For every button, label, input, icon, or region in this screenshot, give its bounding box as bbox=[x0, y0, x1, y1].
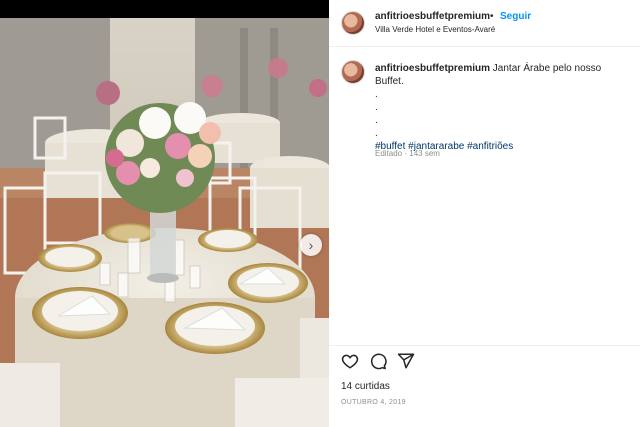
caption-dot-line: . bbox=[375, 89, 378, 100]
post-details-panel: anfitrioesbuffetpremium • Seguir Villa V… bbox=[329, 0, 640, 427]
caption-dot-line: . bbox=[375, 115, 378, 126]
edited-timestamp: Editado · 143 sem bbox=[375, 149, 440, 158]
action-bar bbox=[329, 345, 640, 374]
caption-dot-line: . bbox=[375, 102, 378, 113]
separator-bullet: • bbox=[490, 11, 494, 22]
banquet-table-image bbox=[0, 18, 329, 427]
caption-username[interactable]: anfitrioesbuffetpremium bbox=[375, 63, 490, 74]
top-bar bbox=[0, 0, 329, 18]
location-link[interactable]: Villa Verde Hotel e Eventos-Avaré bbox=[375, 25, 495, 34]
username-link[interactable]: anfitrioesbuffetpremium bbox=[375, 11, 490, 22]
follow-button[interactable]: Seguir bbox=[500, 11, 531, 22]
post-date: OUTUBRO 4, 2019 bbox=[341, 399, 406, 406]
share-icon[interactable] bbox=[397, 352, 415, 370]
post-photo[interactable]: › bbox=[0, 18, 329, 427]
heart-icon[interactable] bbox=[341, 352, 359, 370]
avatar[interactable] bbox=[341, 11, 365, 35]
avatar[interactable] bbox=[341, 60, 365, 84]
caption-dot-line: . bbox=[375, 128, 378, 139]
caption-text: anfitrioesbuffetpremium Jantar Árabe pel… bbox=[375, 62, 625, 153]
chevron-right-icon[interactable]: › bbox=[300, 234, 322, 256]
comment-icon[interactable] bbox=[369, 352, 387, 370]
post-header: anfitrioesbuffetpremium • Seguir Villa V… bbox=[329, 0, 640, 47]
likes-count[interactable]: 14 curtidas bbox=[341, 381, 390, 392]
